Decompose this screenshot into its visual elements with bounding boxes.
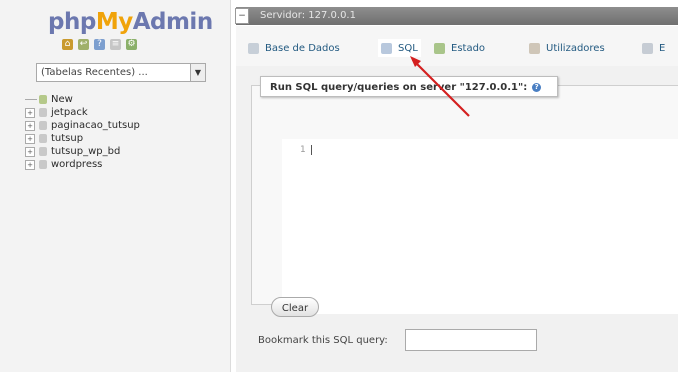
expand-icon[interactable]: + [25, 159, 35, 170]
tree-item-label: jetpack [51, 107, 88, 118]
query-icon[interactable]: ? [94, 39, 105, 50]
collapse-navigation-button[interactable]: − [235, 8, 249, 24]
tab-databases[interactable]: Base de Dados [248, 39, 340, 57]
database-icon [248, 42, 259, 54]
clear-button[interactable]: Clear [271, 297, 319, 317]
tree-item-database[interactable]: + tutsup_wp_bd [25, 145, 140, 158]
text-cursor [311, 145, 312, 155]
expand-icon[interactable]: + [25, 120, 35, 131]
exit-icon[interactable]: ↩ [78, 39, 89, 50]
tab-users[interactable]: Utilizadores [529, 39, 605, 57]
tree-item-label: New [51, 94, 73, 105]
navigation-panel: phpMyAdmin ⌂ ↩ ? ≡ ⚙ (Tabelas Recentes) … [0, 0, 231, 372]
database-tree: New + jetpack + paginacao_tutsup + tutsu… [25, 93, 140, 171]
tab-sql[interactable]: SQL [378, 39, 421, 57]
database-icon [39, 134, 47, 143]
sql-legend-title: Run SQL query/queries on server "127.0.0… [260, 76, 558, 97]
database-icon [39, 108, 47, 117]
tree-item-label: tutsup_wp_bd [51, 146, 121, 157]
tree-item-label: wordpress [51, 159, 103, 170]
home-icon[interactable]: ⌂ [62, 39, 73, 50]
tree-item-new[interactable]: New [25, 93, 140, 106]
export-icon [642, 42, 653, 54]
sql-query-editor[interactable]: 1 [282, 139, 678, 314]
bookmark-label: Bookmark this SQL query: [258, 335, 388, 346]
expand-icon[interactable]: + [25, 133, 35, 144]
navigation-icons: ⌂ ↩ ? ≡ ⚙ [62, 39, 137, 50]
database-icon [39, 147, 47, 156]
tree-item-database[interactable]: + wordpress [25, 158, 140, 171]
recent-tables-select[interactable]: (Tabelas Recentes) ... ▼ [36, 63, 206, 82]
server-breadcrumb[interactable]: Servidor: 127.0.0.1 [260, 7, 356, 25]
expand-icon[interactable]: + [25, 146, 35, 157]
tree-item-database[interactable]: + jetpack [25, 106, 140, 119]
main-content: 1 Run SQL query/queries on server "127.0… [236, 66, 678, 372]
line-number: 1 [300, 145, 306, 155]
docs-icon[interactable]: ≡ [110, 39, 121, 50]
new-database-icon [39, 95, 47, 104]
sql-query-fieldset: 1 [251, 85, 678, 314]
users-icon [529, 42, 540, 54]
tree-item-label: paginacao_tutsup [51, 120, 140, 131]
tab-export[interactable]: E [642, 39, 665, 57]
tree-connector [25, 99, 37, 100]
chevron-down-icon: ▼ [190, 64, 205, 81]
status-icon [434, 42, 445, 54]
tab-bar: Base de Dados SQL Estado Utilizadores E [236, 26, 678, 67]
tree-item-database[interactable]: + tutsup [25, 132, 140, 145]
expand-icon[interactable]: + [25, 107, 35, 118]
help-icon[interactable]: ? [532, 82, 542, 92]
phpmyadmin-logo[interactable]: phpMyAdmin [48, 8, 213, 36]
tab-status[interactable]: Estado [434, 39, 485, 57]
settings-icon[interactable]: ⚙ [126, 39, 137, 50]
bookmark-input[interactable] [405, 329, 537, 351]
sql-icon [381, 42, 392, 54]
server-breadcrumb-bar: − Servidor: 127.0.0.1 [235, 7, 678, 25]
tree-item-database[interactable]: + paginacao_tutsup [25, 119, 140, 132]
tree-item-label: tutsup [51, 133, 84, 144]
database-icon [39, 121, 47, 130]
database-icon [39, 160, 47, 169]
